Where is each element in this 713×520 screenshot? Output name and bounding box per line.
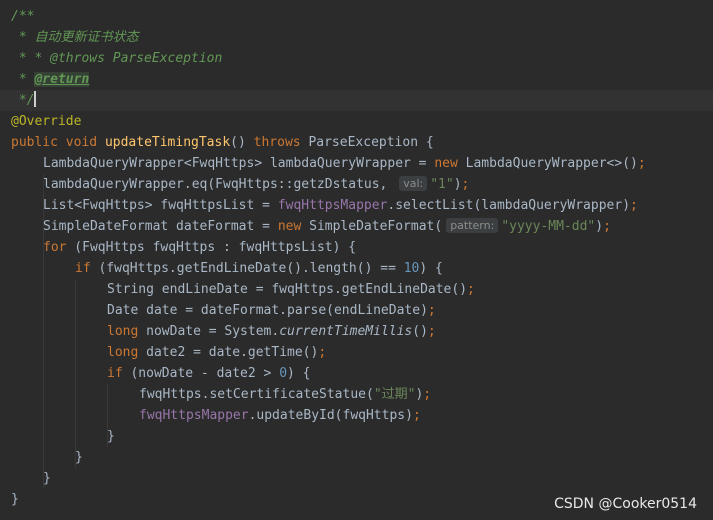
code-text: (FwqHttps fwqHttps : fwqHttpsList) { xyxy=(66,240,357,255)
keyword-new: new xyxy=(277,219,302,234)
semicolon: ; xyxy=(603,219,611,234)
keyword-public: public xyxy=(11,135,58,150)
closing-brace: } xyxy=(75,450,83,465)
semicolon: ; xyxy=(461,177,470,192)
parameter-hint-val: val: xyxy=(399,176,428,191)
code-line[interactable]: long nowDate = System.currentTimeMillis(… xyxy=(0,321,713,342)
code-text: LambdaQueryWrapper<>() xyxy=(457,156,638,171)
keyword-for: for xyxy=(43,240,67,255)
code-line[interactable]: for (FwqHttps fwqHttps : fwqHttpsList) { xyxy=(0,237,713,258)
code-text: ) { xyxy=(287,366,311,381)
csdn-watermark: CSDN @Cooker0514 xyxy=(554,496,697,512)
semicolon: ; xyxy=(423,387,432,402)
keyword-long: long xyxy=(107,324,139,339)
code-line[interactable]: @Override xyxy=(0,111,713,132)
doc-comment-close: */ xyxy=(11,93,35,108)
code-line[interactable]: * * @throws ParseException xyxy=(0,48,713,69)
doc-comment-throws: * * @throws ParseException xyxy=(11,51,223,66)
static-method-call: currentTimeMillis xyxy=(279,324,413,339)
code-text: (nowDate - date2 > xyxy=(122,366,280,381)
code-line[interactable]: public void updateTimingTask() throws Pa… xyxy=(0,132,713,153)
doc-return-tag: @return xyxy=(34,72,90,87)
code-line[interactable]: fwqHttps.setCertificateStatue("过期"); xyxy=(0,384,713,405)
code-line[interactable]: Date date = dateFormat.parse(endLineDate… xyxy=(0,300,713,321)
closing-brace: } xyxy=(43,471,51,486)
code-text: String endLineDate = fwqHttps.getEndLine… xyxy=(107,282,468,297)
doc-comment-prefix: * xyxy=(11,72,35,87)
keyword-void: void xyxy=(65,135,98,150)
string-literal: "1" xyxy=(430,177,454,192)
code-text: ) xyxy=(595,219,604,234)
code-line[interactable]: } xyxy=(0,426,713,447)
code-text: fwqHttps.setCertificateStatue( xyxy=(139,387,374,402)
method-params: () xyxy=(230,135,246,150)
string-literal: "过期" xyxy=(373,387,416,402)
closing-brace: } xyxy=(107,429,115,444)
code-line[interactable]: SimpleDateFormat dateFormat = new Simple… xyxy=(0,216,713,237)
number-literal: 0 xyxy=(279,366,288,381)
keyword-if: if xyxy=(75,261,91,276)
code-text: (fwqHttps.getEndLineDate().length() == xyxy=(90,261,404,276)
code-text: date2 = date.getTime() xyxy=(138,345,319,360)
semicolon: ; xyxy=(637,156,646,171)
code-line[interactable]: lambdaQueryWrapper.eq(FwqHttps::getzDsta… xyxy=(0,174,713,195)
string-literal: "yyyy-MM-dd" xyxy=(501,219,596,234)
doc-comment-description: * 自动更新证书状态 xyxy=(11,30,139,45)
semicolon: ; xyxy=(427,303,436,318)
code-line[interactable]: LambdaQueryWrapper<FwqHttps> lambdaQuery… xyxy=(0,153,713,174)
code-line[interactable]: /** xyxy=(0,6,713,27)
code-text: .selectList(lambdaQueryWrapper) xyxy=(387,198,631,213)
code-text: SimpleDateFormat dateFormat = xyxy=(43,219,278,234)
field-reference: fwqHttpsMapper xyxy=(277,198,388,213)
code-text: ) xyxy=(453,177,462,192)
code-line[interactable]: * 自动更新证书状态 xyxy=(0,27,713,48)
parameter-hint-pattern: pattern: xyxy=(446,218,499,233)
override-annotation: @Override xyxy=(11,114,82,129)
current-line[interactable]: */ xyxy=(0,90,713,111)
code-text: SimpleDateFormat( xyxy=(301,219,443,234)
semicolon: ; xyxy=(467,282,475,297)
keyword-throws: throws xyxy=(253,135,301,150)
field-reference: fwqHttpsMapper xyxy=(139,408,249,423)
code-text: () xyxy=(412,324,428,339)
keyword-if: if xyxy=(107,366,123,381)
code-text: Date date = dateFormat.parse(endLineDate… xyxy=(107,303,428,318)
code-line[interactable]: fwqHttpsMapper.updateById(fwqHttps); xyxy=(0,405,713,426)
code-line[interactable]: } xyxy=(0,468,713,489)
code-line[interactable]: if (fwqHttps.getEndLineDate().length() =… xyxy=(0,258,713,279)
number-literal: 10 xyxy=(403,261,420,276)
semicolon: ; xyxy=(630,198,638,213)
code-line[interactable]: if (nowDate - date2 > 0) { xyxy=(0,363,713,384)
method-name: updateTimingTask xyxy=(104,135,231,150)
closing-brace: } xyxy=(11,492,19,507)
throws-clause: ParseException { xyxy=(300,135,434,150)
semicolon: ; xyxy=(412,408,421,423)
keyword-new: new xyxy=(434,156,458,171)
code-line[interactable]: long date2 = date.getTime(); xyxy=(0,342,713,363)
code-editor[interactable]: /** * 自动更新证书状态 * * @throws ParseExceptio… xyxy=(0,0,713,520)
code-text: lambdaQueryWrapper.eq(FwqHttps::getzDsta… xyxy=(43,177,396,192)
code-text: ) { xyxy=(419,261,443,276)
keyword-long: long xyxy=(107,345,139,360)
method-signature: public void updateTimingTask() throws Pa… xyxy=(11,132,434,153)
code-text: .updateById(fwqHttps) xyxy=(248,408,413,423)
semicolon: ; xyxy=(427,324,436,339)
code-line[interactable]: String endLineDate = fwqHttps.getEndLine… xyxy=(0,279,713,300)
text-caret xyxy=(34,91,37,107)
code-text: LambdaQueryWrapper<FwqHttps> lambdaQuery… xyxy=(43,156,435,171)
doc-comment-open: /** xyxy=(11,9,35,24)
semicolon: ; xyxy=(318,345,327,360)
code-line[interactable]: } xyxy=(0,447,713,468)
code-line[interactable]: * @return xyxy=(0,69,713,90)
code-text: nowDate = System. xyxy=(138,324,280,339)
code-line[interactable]: List<FwqHttps> fwqHttpsList = fwqHttpsMa… xyxy=(0,195,713,216)
code-text: List<FwqHttps> fwqHttpsList = xyxy=(43,198,278,213)
